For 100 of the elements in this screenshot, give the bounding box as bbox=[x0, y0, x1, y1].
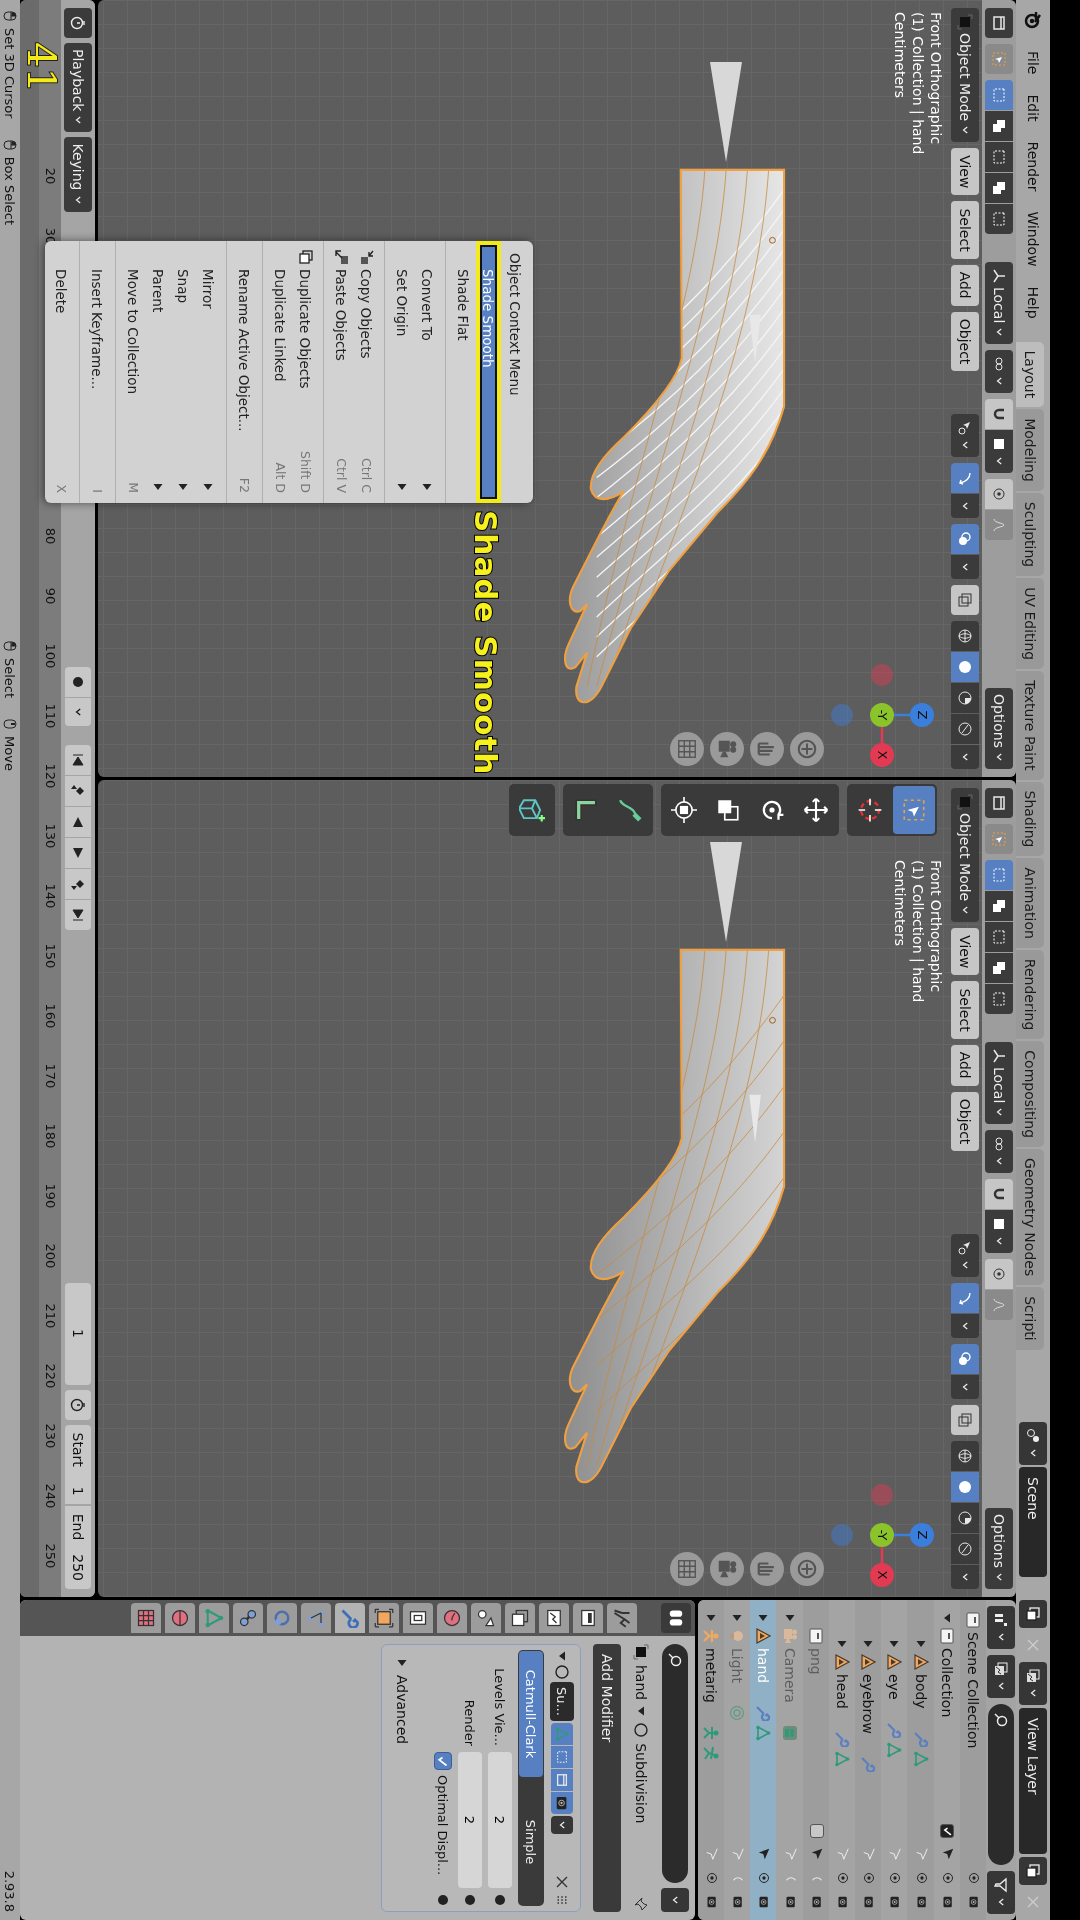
end-frame-field[interactable]: End 250 bbox=[65, 1505, 91, 1589]
menu-item[interactable]: File bbox=[1021, 42, 1045, 84]
field-label: Render bbox=[462, 1698, 478, 1746]
frame-number: 220 bbox=[42, 1362, 59, 1391]
current-frame-field[interactable]: 1 bbox=[65, 1282, 91, 1385]
outliner-item-name: hand bbox=[755, 1648, 772, 1684]
viewport-info-text: (1) Collection | hand bbox=[910, 12, 926, 155]
menu-item[interactable]: Mirror bbox=[196, 241, 221, 503]
frame-number: 180 bbox=[42, 1122, 59, 1151]
viewport-menu[interactable]: Select bbox=[951, 201, 979, 259]
outliner-item-name: Light bbox=[729, 1648, 746, 1683]
menu-item[interactable]: Duplicate Objects Shift D bbox=[293, 241, 318, 503]
outliner-item-name: metarig bbox=[703, 1648, 720, 1703]
transform-orientation-dropdown[interactable]: Local bbox=[985, 1042, 1013, 1125]
frame-number: 240 bbox=[42, 1482, 59, 1511]
outliner-row[interactable]: Scene Collection bbox=[959, 1600, 986, 1920]
view-layer-field[interactable]: View Layer bbox=[1019, 1708, 1047, 1854]
advanced-section-header[interactable]: Advanced bbox=[388, 1650, 416, 1906]
viewport-info-text: Centimeters bbox=[892, 860, 908, 949]
workspace-tab[interactable]: Modeling bbox=[1016, 409, 1044, 491]
workspace-tab[interactable]: Compositing bbox=[1016, 1041, 1044, 1148]
status-hint: Select bbox=[2, 658, 18, 699]
number-field[interactable]: 2 bbox=[488, 1752, 512, 1888]
workspace-tab[interactable]: Sculpting bbox=[1016, 492, 1044, 577]
checkbox-label: Optimal Displ... bbox=[435, 1775, 451, 1876]
outliner-row[interactable]: metarig bbox=[698, 1600, 725, 1920]
viewport-menu[interactable]: Add bbox=[951, 264, 979, 306]
menu-item[interactable]: Window bbox=[1021, 202, 1045, 276]
menu-item[interactable]: Set Origin bbox=[390, 241, 415, 503]
options-dropdown[interactable]: Options bbox=[985, 687, 1013, 769]
subdivision-type-button[interactable]: Catmull-Clark bbox=[519, 1651, 543, 1777]
menu-item[interactable]: Duplicate Linked Alt D bbox=[268, 241, 293, 503]
field-label: Start bbox=[70, 1432, 86, 1467]
viewport-info-text: (1) Collection | hand bbox=[910, 860, 926, 1003]
workspace-tab[interactable]: Shading bbox=[1016, 781, 1044, 857]
menu-item[interactable]: Move to Collection M bbox=[121, 241, 146, 503]
status-hint: Box Select bbox=[2, 156, 18, 226]
frame-number: 210 bbox=[42, 1302, 59, 1331]
axis-gizmo[interactable]: Z -Y X bbox=[820, 1473, 944, 1597]
viewport-menu[interactable]: View bbox=[951, 928, 979, 976]
timeline-menu[interactable]: Keying bbox=[64, 137, 92, 212]
menu-item[interactable]: Snap bbox=[171, 241, 196, 503]
step-number: 41 bbox=[22, 42, 62, 93]
menu-item[interactable]: Shade Smooth bbox=[476, 241, 501, 503]
menu-item[interactable]: Edit bbox=[1021, 85, 1045, 131]
number-field[interactable]: 2 bbox=[458, 1752, 482, 1888]
viewport-info-text: Front Orthographic bbox=[928, 860, 944, 995]
options-dropdown[interactable]: Options bbox=[985, 1507, 1013, 1589]
field-label: Levels Vie... bbox=[492, 1667, 508, 1746]
menu-item[interactable]: Render bbox=[1021, 132, 1045, 201]
workspace-tab[interactable]: Geometry Nodes bbox=[1016, 1149, 1044, 1286]
modifier-name-field[interactable]: Su... bbox=[550, 1682, 574, 1721]
transform-orientation-dropdown[interactable]: Local bbox=[985, 262, 1013, 345]
viewport-menu[interactable]: Object bbox=[951, 1091, 979, 1152]
menu-title: Object Context Menu bbox=[506, 252, 524, 398]
workspace-tab[interactable]: Animation bbox=[1016, 858, 1044, 948]
frame-number: 170 bbox=[42, 1062, 59, 1091]
timeline-menu[interactable]: Playback bbox=[64, 43, 92, 133]
frame-number: 200 bbox=[42, 1242, 59, 1271]
modifier-name: Subdivision bbox=[633, 1743, 649, 1824]
menu-item[interactable]: Delete X bbox=[49, 241, 74, 503]
field-value: 1 bbox=[70, 1486, 86, 1496]
frame-number: 230 bbox=[42, 1422, 59, 1451]
scene-field[interactable]: Scene bbox=[1019, 1467, 1047, 1577]
viewport-menu[interactable]: View bbox=[951, 148, 979, 196]
viewport-info-text: Centimeters bbox=[892, 12, 908, 101]
workspace-tab[interactable]: Layout bbox=[1016, 341, 1044, 408]
menu-item[interactable]: Convert To bbox=[415, 241, 440, 503]
workspace-tab[interactable]: Scripti bbox=[1016, 1287, 1044, 1350]
menu-item[interactable]: Help bbox=[1021, 277, 1045, 328]
outliner-row[interactable]: eyebrow bbox=[855, 1600, 882, 1920]
frame-number: 100 bbox=[42, 642, 59, 671]
frame-number: 80 bbox=[42, 526, 59, 547]
outliner-item-name: Camera bbox=[781, 1648, 798, 1703]
caption-text: Shade Smooth bbox=[468, 510, 504, 776]
viewport-menu[interactable]: Add bbox=[951, 1044, 979, 1086]
outliner-item-name: eye bbox=[886, 1674, 903, 1700]
axis-gizmo[interactable]: Z -Y X bbox=[820, 653, 944, 777]
outliner-item-name: body bbox=[912, 1674, 929, 1709]
mode-dropdown[interactable]: Object Mode bbox=[951, 788, 979, 923]
outliner-item-name: head bbox=[833, 1674, 850, 1709]
start-frame-field[interactable]: Start 1 bbox=[65, 1424, 91, 1504]
workspace-tab[interactable]: Rendering bbox=[1016, 949, 1044, 1040]
frame-number: 20 bbox=[42, 166, 59, 187]
status-hint: Set 3D Cursor bbox=[2, 28, 18, 119]
add-modifier-dropdown[interactable]: Add Modifier bbox=[593, 1644, 621, 1912]
mode-dropdown[interactable]: Object Mode bbox=[951, 8, 979, 143]
viewport-menu[interactable]: Object bbox=[951, 311, 979, 372]
workspace-tab[interactable]: Texture Paint bbox=[1016, 671, 1044, 780]
outliner-item-name: eyebrow bbox=[860, 1674, 877, 1734]
menu-item[interactable]: Rename Active Object... F2 bbox=[232, 241, 257, 503]
menu-item[interactable]: Paste Objects Ctrl V bbox=[329, 241, 354, 503]
workspace-tab[interactable]: UV Editing bbox=[1016, 578, 1044, 670]
menu-item[interactable]: Shade Flat bbox=[451, 241, 476, 503]
menu-item[interactable]: Copy Objects Ctrl C bbox=[354, 241, 379, 503]
menu-item[interactable]: Parent bbox=[146, 241, 171, 503]
outliner-row[interactable]: body bbox=[907, 1600, 934, 1920]
axis-label: X bbox=[874, 1570, 890, 1580]
viewport-menu[interactable]: Select bbox=[951, 981, 979, 1039]
axis-label: Z bbox=[914, 1530, 930, 1540]
